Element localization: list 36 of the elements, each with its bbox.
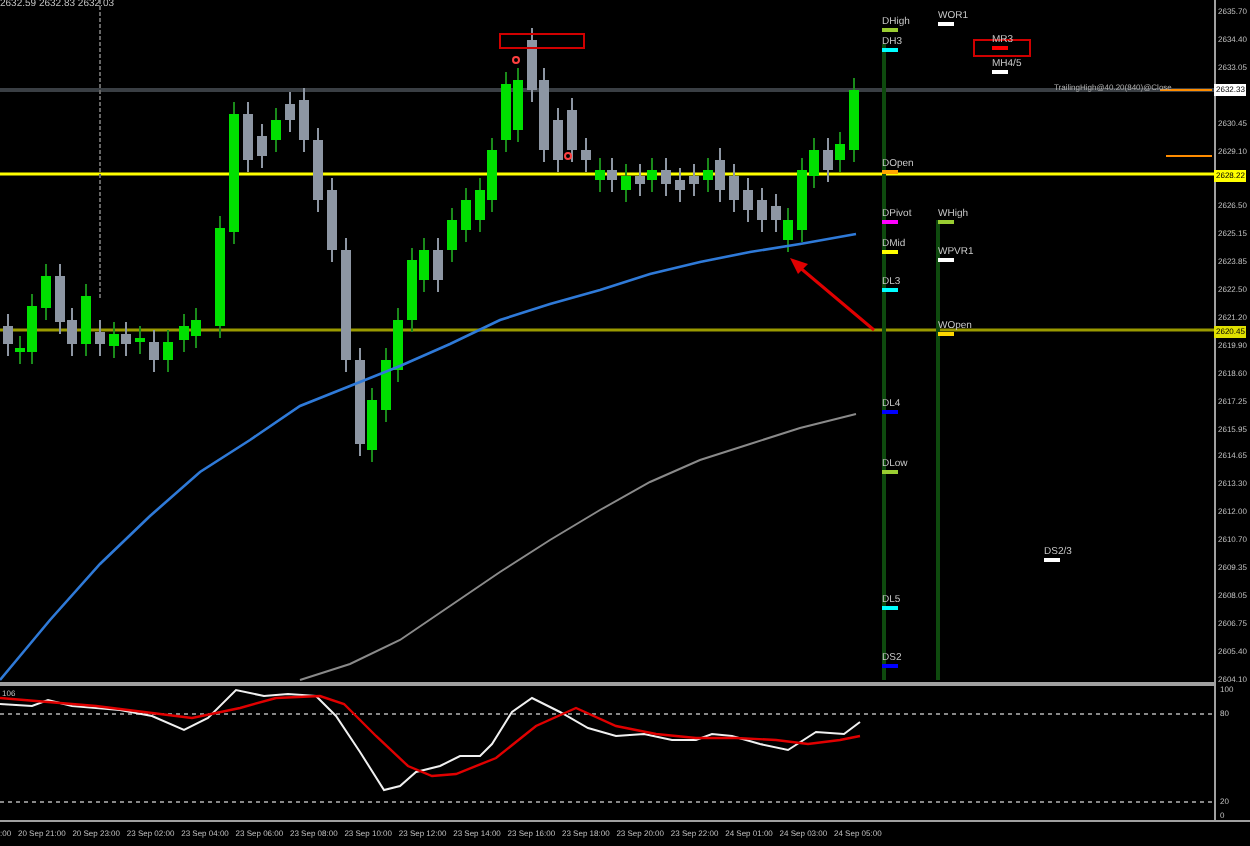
candle: [229, 101, 239, 245]
candle: [41, 263, 51, 321]
candle: [163, 329, 173, 373]
candle: [271, 107, 281, 153]
candle: [433, 237, 443, 293]
candle: [243, 101, 253, 173]
candle: [621, 163, 631, 203]
candle: [447, 207, 457, 263]
marker-dot: [512, 56, 520, 64]
candle: [757, 187, 767, 233]
candle: [729, 163, 739, 213]
marker-dot: [564, 152, 572, 160]
candle: [675, 167, 685, 203]
candle: [743, 177, 753, 223]
candle: [95, 319, 105, 357]
candle: [581, 137, 591, 173]
candle: [661, 157, 671, 197]
candle: [461, 187, 471, 243]
candle: [849, 77, 859, 163]
candle: [299, 87, 309, 153]
candle: [215, 215, 225, 339]
marker-box: [499, 33, 585, 49]
candle: [149, 329, 159, 373]
candle: [285, 91, 295, 133]
level-line: [1165, 155, 1213, 157]
candle: [313, 127, 323, 213]
candle: [689, 163, 699, 197]
arrow-drawing: [790, 258, 875, 332]
candle: [567, 97, 577, 163]
candle: [553, 107, 563, 173]
candle: [135, 325, 145, 355]
candle: [341, 237, 351, 373]
candle: [81, 283, 91, 357]
marker-box: [973, 39, 1031, 57]
candle: [327, 177, 337, 263]
candle: [257, 123, 267, 169]
